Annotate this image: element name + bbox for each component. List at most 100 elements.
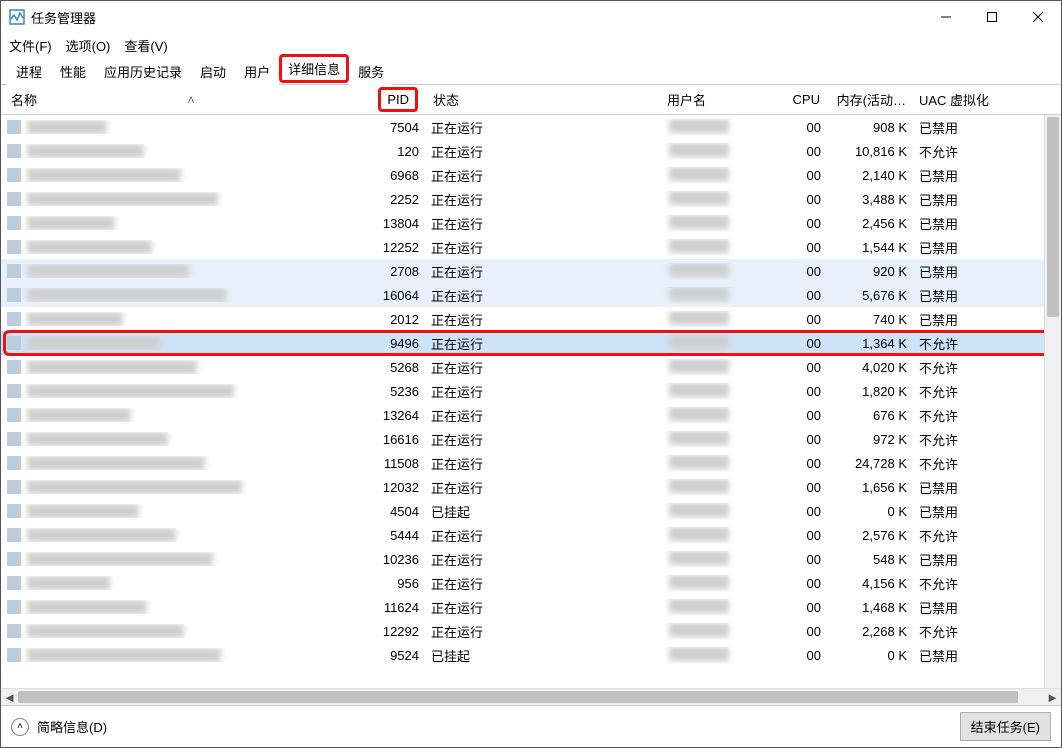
username-redacted <box>669 383 729 397</box>
cell-status: 正在运行 <box>425 382 663 401</box>
username-redacted <box>669 287 729 301</box>
column-label: 内存(活动… <box>837 90 906 109</box>
table-row[interactable]: 5444正在运行002,576 K不允许 <box>1 523 1061 547</box>
maximize-button[interactable] <box>969 1 1015 33</box>
cell-status: 已挂起 <box>425 502 663 521</box>
cell-status: 正在运行 <box>425 622 663 641</box>
cell-cpu: 00 <box>777 648 827 663</box>
column-header-user[interactable]: 用户名 <box>663 85 777 114</box>
table-row[interactable]: 12252正在运行001,544 K已禁用 <box>1 235 1061 259</box>
close-button[interactable] <box>1015 1 1061 33</box>
scroll-left-button[interactable]: ◄ <box>1 689 18 706</box>
table-row[interactable]: 11624正在运行001,468 K已禁用 <box>1 595 1061 619</box>
cell-user <box>663 191 777 208</box>
table-row[interactable]: 2708正在运行00920 K已禁用 <box>1 259 1061 283</box>
table-row[interactable]: 7504正在运行00908 K已禁用 <box>1 115 1061 139</box>
cell-user <box>663 407 777 424</box>
table-row[interactable]: 9524已挂起000 K已禁用 <box>1 643 1061 667</box>
cell-user <box>663 263 777 280</box>
table-row[interactable]: 5268正在运行004,020 K不允许 <box>1 355 1061 379</box>
column-header-pid[interactable]: PID <box>361 85 425 114</box>
process-icon <box>7 264 21 278</box>
process-icon <box>7 360 21 374</box>
vertical-scrollbar[interactable] <box>1044 115 1061 688</box>
tab-app-history[interactable]: 应用历史记录 <box>95 57 191 85</box>
column-label: 用户名 <box>667 90 706 109</box>
scroll-right-button[interactable]: ► <box>1044 689 1061 706</box>
cell-user <box>663 287 777 304</box>
column-header-status[interactable]: 状态 <box>425 85 663 114</box>
minimize-button[interactable] <box>923 1 969 33</box>
username-redacted <box>669 623 729 637</box>
menu-options[interactable]: 选项(O) <box>66 36 111 55</box>
cell-cpu: 00 <box>777 216 827 231</box>
end-task-button[interactable]: 结束任务(E) <box>960 712 1051 741</box>
column-header-memory[interactable]: 内存(活动… <box>827 85 913 114</box>
process-name-redacted <box>27 240 152 254</box>
cell-cpu: 00 <box>777 528 827 543</box>
table-row[interactable]: 5236正在运行001,820 K不允许 <box>1 379 1061 403</box>
table-row[interactable]: 4504已挂起000 K已禁用 <box>1 499 1061 523</box>
column-header-name[interactable]: 名称 Ʌ <box>1 85 361 114</box>
tab-processes[interactable]: 进程 <box>7 57 51 85</box>
scroll-track[interactable] <box>18 689 1044 705</box>
table-row[interactable]: 10236正在运行00548 K已禁用 <box>1 547 1061 571</box>
table-row[interactable]: 13804正在运行002,456 K已禁用 <box>1 211 1061 235</box>
table-row[interactable]: 16616正在运行00972 K不允许 <box>1 427 1061 451</box>
table-row[interactable]: 120正在运行0010,816 K不允许 <box>1 139 1061 163</box>
scroll-thumb[interactable] <box>1047 117 1059 317</box>
table-row[interactable]: 12292正在运行002,268 K不允许 <box>1 619 1061 643</box>
cell-pid: 7504 <box>361 120 425 135</box>
cell-name <box>1 384 361 398</box>
table-body: 7504正在运行00908 K已禁用120正在运行0010,816 K不允许69… <box>1 115 1061 667</box>
cell-name <box>1 504 361 518</box>
menu-file[interactable]: 文件(F) <box>9 36 52 55</box>
process-name-redacted <box>27 264 189 278</box>
titlebar: 任务管理器 <box>1 1 1061 33</box>
tab-details[interactable]: 详细信息 <box>279 54 349 83</box>
cell-memory: 676 K <box>827 408 913 423</box>
process-icon <box>7 288 21 302</box>
tab-performance[interactable]: 性能 <box>51 57 95 85</box>
username-redacted <box>669 431 729 445</box>
table-row[interactable]: 13264正在运行00676 K不允许 <box>1 403 1061 427</box>
process-icon <box>7 600 21 614</box>
cell-pid: 16064 <box>361 288 425 303</box>
cell-memory: 2,456 K <box>827 216 913 231</box>
table-row[interactable]: 6968正在运行002,140 K已禁用 <box>1 163 1061 187</box>
menubar: 文件(F) 选项(O) 查看(V) <box>1 33 1061 57</box>
cell-cpu: 00 <box>777 552 827 567</box>
cell-uac: 不允许 <box>913 622 1033 641</box>
horizontal-scrollbar[interactable]: ◄ ► <box>1 688 1061 705</box>
column-header-uac[interactable]: UAC 虚拟化 <box>913 85 1033 114</box>
username-redacted <box>669 647 729 661</box>
tab-startup[interactable]: 启动 <box>191 57 235 85</box>
cell-memory: 1,468 K <box>827 600 913 615</box>
collapse-toggle[interactable]: ˄ <box>11 718 29 736</box>
process-name-redacted <box>27 144 144 158</box>
table-row[interactable]: 9496正在运行001,364 K不允许 <box>1 331 1061 355</box>
table-row[interactable]: 956正在运行004,156 K不允许 <box>1 571 1061 595</box>
cell-pid: 9496 <box>361 336 425 351</box>
username-redacted <box>669 527 729 541</box>
cell-user <box>663 143 777 160</box>
cell-name <box>1 360 361 374</box>
column-header-cpu[interactable]: CPU <box>777 85 827 114</box>
table-row[interactable]: 11508正在运行0024,728 K不允许 <box>1 451 1061 475</box>
app-icon <box>9 9 25 25</box>
tab-users[interactable]: 用户 <box>235 57 279 85</box>
table-row[interactable]: 16064正在运行005,676 K已禁用 <box>1 283 1061 307</box>
table-row[interactable]: 2252正在运行003,488 K已禁用 <box>1 187 1061 211</box>
tab-services[interactable]: 服务 <box>349 57 393 85</box>
cell-name <box>1 144 361 158</box>
cell-cpu: 00 <box>777 288 827 303</box>
cell-status: 正在运行 <box>425 598 663 617</box>
brief-info-label[interactable]: 简略信息(D) <box>37 717 107 736</box>
cell-name <box>1 216 361 230</box>
table-row[interactable]: 2012正在运行00740 K已禁用 <box>1 307 1061 331</box>
scroll-thumb[interactable] <box>18 691 1018 703</box>
menu-view[interactable]: 查看(V) <box>124 36 167 55</box>
table-row[interactable]: 12032正在运行001,656 K已禁用 <box>1 475 1061 499</box>
window-controls <box>923 1 1061 33</box>
cell-user <box>663 215 777 232</box>
